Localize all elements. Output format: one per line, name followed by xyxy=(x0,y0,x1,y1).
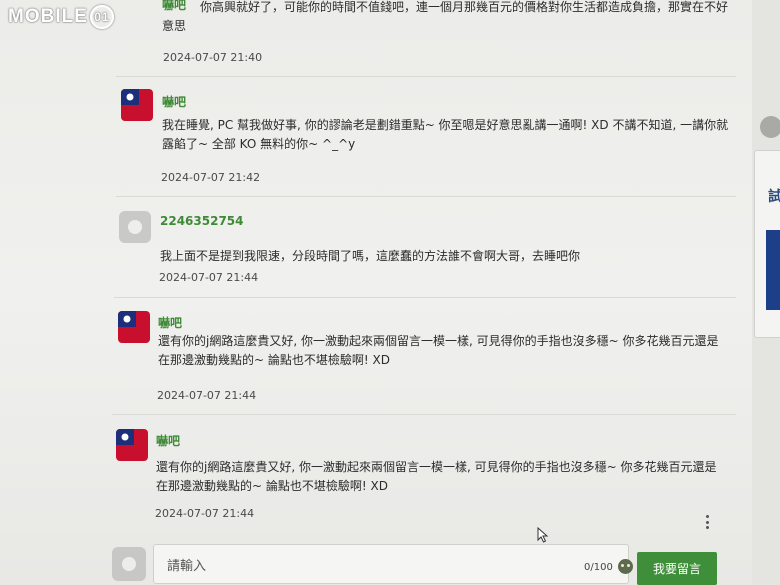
sidebar-circle-icon xyxy=(760,116,780,138)
submit-comment-button[interactable]: 我要留言 xyxy=(637,552,717,585)
comment-body: 還有你的j網路這麼貴又好, 你一激動起來兩個留言一模一樣, 可見得你的手指也沒多… xyxy=(156,460,717,493)
more-options-icon[interactable] xyxy=(703,515,711,529)
logo-text: MOBILE xyxy=(8,6,88,27)
sidebar-card-mark: 試 xyxy=(768,188,780,204)
comment-body: 還有你的j網路這麼貴又好, 你一激動起來兩個留言一模一樣, 可見得你的手指也沒多… xyxy=(158,334,719,367)
comment-body: 你高興就好了，可能你的時間不值錢吧，連一個月那幾百元的價格對你生活都造成負擔，那… xyxy=(162,0,729,33)
comment-panel xyxy=(0,0,753,585)
comment-time: 2024-07-07 21:44 xyxy=(159,271,259,284)
comment-input-placeholder: 請輸入 xyxy=(167,559,207,574)
comment-input[interactable] xyxy=(153,544,629,584)
mouse-cursor-icon xyxy=(537,527,549,543)
flag-icon[interactable] xyxy=(116,429,148,461)
comment-author[interactable]: 嚇吧 xyxy=(156,432,180,449)
comment-body: 我在睡覺, PC 幫我做好事, 你的謬論老是劃錯重點~ 你至嗯是好意思亂講一通啊… xyxy=(162,118,729,151)
current-user-avatar-icon xyxy=(112,547,146,581)
comment-time: 2024-07-07 21:40 xyxy=(163,51,263,64)
flag-icon[interactable] xyxy=(118,311,150,343)
comment-time: 2024-07-07 21:44 xyxy=(155,507,255,520)
site-logo[interactable]: MOBILE 01 xyxy=(8,5,114,29)
comment-author[interactable]: 2246352754 xyxy=(160,214,244,228)
comment-divider xyxy=(114,297,736,298)
sidebar-card-image xyxy=(766,230,780,310)
comment-time: 2024-07-07 21:42 xyxy=(161,171,261,184)
comment-divider xyxy=(116,76,736,77)
comment-time: 2024-07-07 21:44 xyxy=(157,389,257,402)
comment-divider xyxy=(112,414,736,415)
emoji-icon[interactable] xyxy=(618,559,633,574)
char-counter: 0/100 xyxy=(584,562,613,573)
right-sidebar: 試 xyxy=(752,0,780,585)
default-avatar-icon[interactable] xyxy=(119,211,151,243)
flag-icon[interactable] xyxy=(121,89,153,121)
comment-body: 我上面不是提到我限速，分段時間了嗎，這麼蠢的方法誰不會啊大哥，去睡吧你 xyxy=(160,249,581,263)
comment-author[interactable]: 嚇吧 xyxy=(162,93,186,110)
comment-author[interactable]: 嚇吧 xyxy=(158,314,182,331)
logo-circle-icon: 01 xyxy=(89,5,114,29)
comment-divider xyxy=(116,196,736,197)
